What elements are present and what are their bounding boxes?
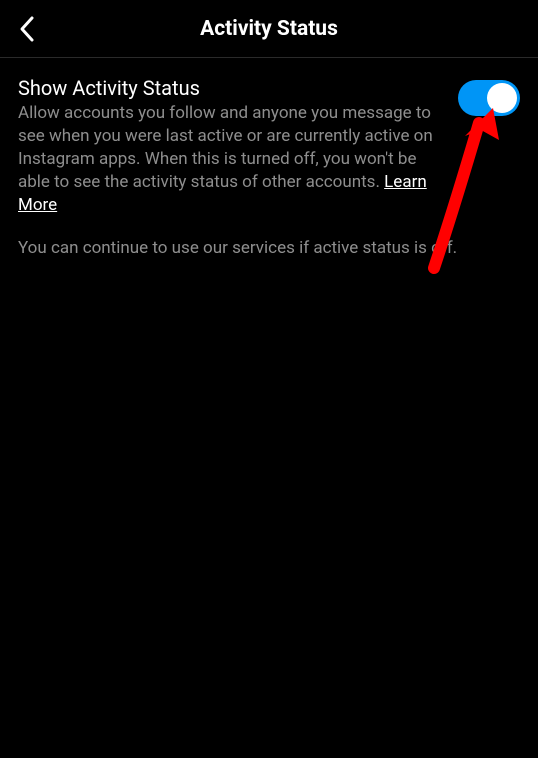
- activity-status-toggle[interactable]: [458, 80, 520, 116]
- continue-text: You can continue to use our services if …: [18, 237, 520, 260]
- header: Activity Status: [0, 0, 538, 58]
- setting-description: Allow accounts you follow and anyone you…: [18, 102, 442, 217]
- back-button[interactable]: [12, 14, 42, 44]
- setting-text: Show Activity Status Allow accounts you …: [18, 76, 442, 217]
- content: Show Activity Status Allow accounts you …: [0, 58, 538, 278]
- chevron-left-icon: [18, 15, 36, 43]
- toggle-knob: [487, 83, 517, 113]
- setting-description-text: Allow accounts you follow and anyone you…: [18, 103, 433, 192]
- setting-row: Show Activity Status Allow accounts you …: [18, 76, 520, 217]
- setting-title: Show Activity Status: [18, 76, 442, 100]
- page-title: Activity Status: [0, 17, 538, 41]
